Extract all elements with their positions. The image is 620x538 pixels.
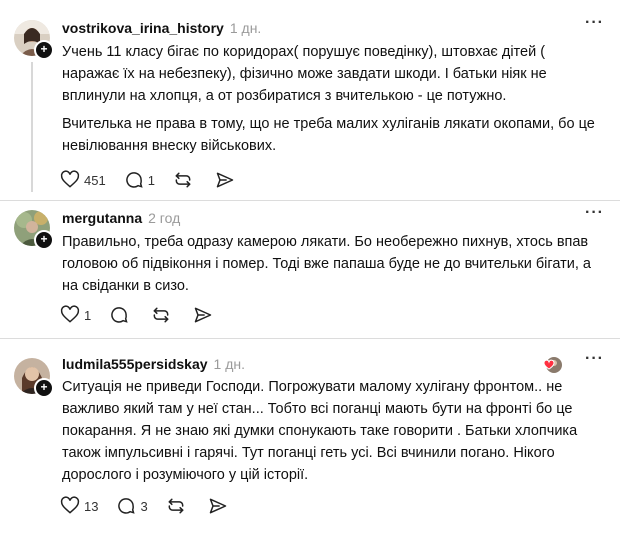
more-icon[interactable]: ··· <box>585 350 604 368</box>
avatar-wrap: + <box>14 210 54 250</box>
reply-button[interactable] <box>109 305 133 325</box>
author-like-badge <box>542 355 562 375</box>
reply-count: 3 <box>140 498 148 514</box>
username[interactable]: mergutanna <box>62 210 142 226</box>
repost-icon <box>175 172 191 188</box>
share-icon <box>216 172 234 188</box>
action-bar: 13 3 <box>60 494 250 518</box>
reply-button[interactable]: 1 <box>124 170 155 190</box>
reply-button[interactable]: 3 <box>116 496 148 516</box>
repost-button[interactable] <box>151 305 175 325</box>
repost-icon <box>153 307 169 323</box>
timestamp[interactable]: 1 дн. <box>230 20 261 36</box>
reply-count: 1 <box>147 172 155 188</box>
comment-header: vostrikova_irina_history 1 дн. <box>62 20 261 36</box>
like-button[interactable]: 451 <box>60 170 106 190</box>
like-count: 451 <box>84 172 106 188</box>
comment-1: + vostrikova_irina_history 1 дн. ··· Учен… <box>0 0 620 206</box>
comment-text: Правильно, треба одразу камерою лякати. … <box>62 234 591 294</box>
username[interactable]: vostrikova_irina_history <box>62 20 224 36</box>
more-icon[interactable]: ··· <box>585 14 604 32</box>
share-icon <box>194 307 212 323</box>
share-icon <box>209 498 226 514</box>
comment-3: + ludmila555persidskay 1 дн. ··· Ситуація… <box>0 338 620 538</box>
more-icon[interactable]: ··· <box>585 204 604 222</box>
like-button[interactable]: 13 <box>60 496 98 516</box>
avatar-wrap: + <box>14 20 54 60</box>
heart-icon <box>60 305 80 323</box>
avatar-wrap: + <box>14 358 54 398</box>
repost-button[interactable] <box>173 170 197 190</box>
comment-icon <box>125 172 143 188</box>
comment-text: Вчителька не права в тому, що не треба м… <box>62 116 595 154</box>
follow-plus-icon[interactable]: + <box>34 378 54 398</box>
heart-icon <box>60 496 80 514</box>
comment-text: Ситуація не приведи Господи. Погрожувати… <box>62 379 578 483</box>
heart-icon <box>60 170 80 188</box>
like-button[interactable]: 1 <box>60 305 91 325</box>
follow-plus-icon[interactable]: + <box>34 230 54 250</box>
username[interactable]: ludmila555persidskay <box>62 356 208 372</box>
share-button[interactable] <box>215 170 239 190</box>
repost-icon <box>168 498 184 514</box>
timestamp[interactable]: 2 год <box>148 210 180 226</box>
comment-header: mergutanna 2 год <box>62 210 180 226</box>
timestamp[interactable]: 1 дн. <box>214 356 245 372</box>
comment-header: ludmila555persidskay 1 дн. <box>62 356 245 372</box>
action-bar: 451 1 <box>60 168 257 192</box>
action-bar: 1 <box>60 303 235 327</box>
thread-line <box>31 62 33 192</box>
comment-icon <box>111 307 128 323</box>
share-button[interactable] <box>208 496 232 516</box>
share-button[interactable] <box>193 305 217 325</box>
like-count: 1 <box>84 307 92 323</box>
follow-plus-icon[interactable]: + <box>34 40 54 60</box>
comment-2: + mergutanna 2 год ··· Правильно, треба о… <box>0 200 620 340</box>
comment-text: Учень 11 класу бігає по коридорах( поруш… <box>62 44 547 104</box>
comment-icon <box>118 498 136 514</box>
repost-button[interactable] <box>166 496 190 516</box>
like-count: 13 <box>84 498 99 514</box>
